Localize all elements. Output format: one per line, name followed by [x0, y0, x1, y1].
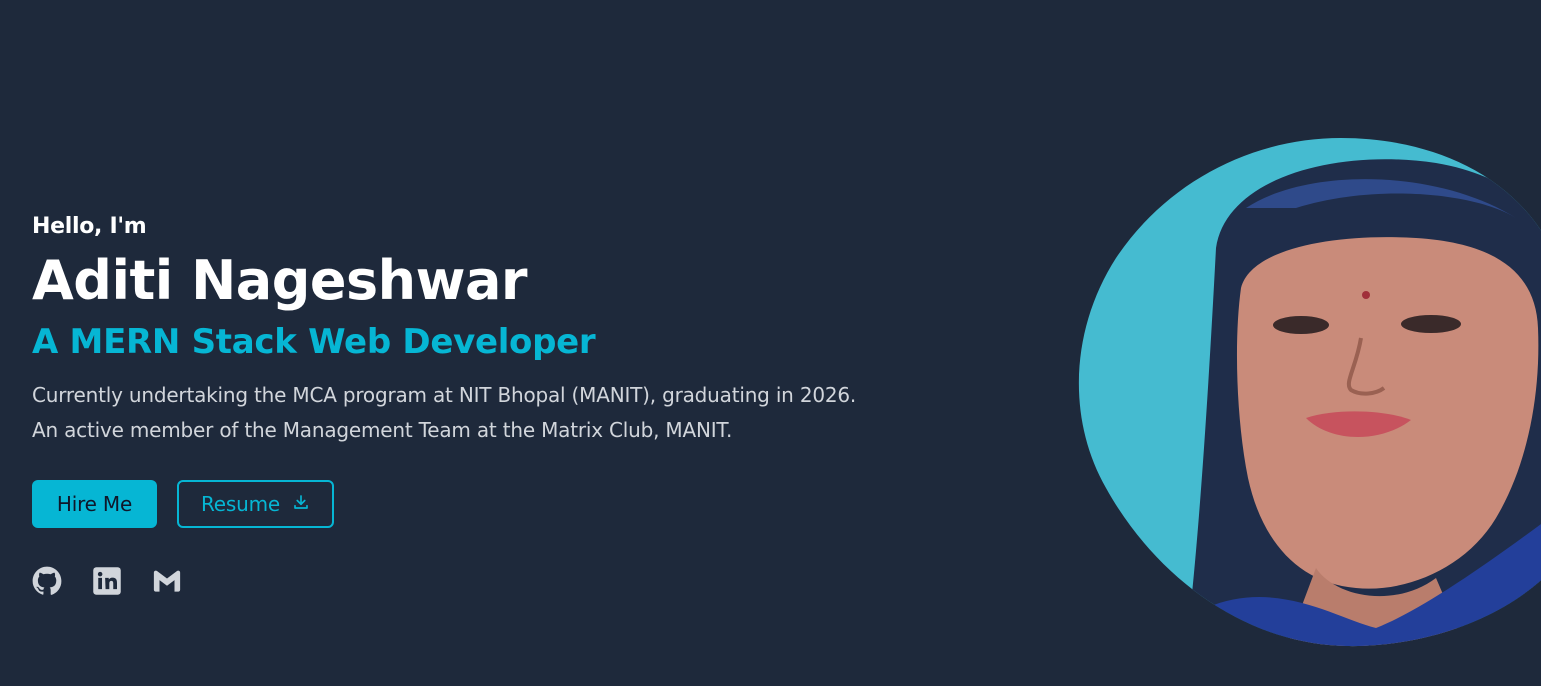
github-icon [32, 566, 62, 596]
resume-button-label: Resume [201, 492, 280, 516]
developer-name: Aditi Nageshwar [32, 249, 528, 312]
bio-line-2: An active member of the Management Team … [32, 418, 733, 442]
hero-text: Hello, I'm Aditi Nageshwar A MERN Stack … [32, 210, 932, 596]
gmail-link[interactable] [152, 566, 182, 596]
download-icon [292, 492, 310, 516]
profile-portrait [1076, 138, 1541, 648]
developer-role: A MERN Stack Web Developer [32, 322, 596, 362]
linkedin-link[interactable] [92, 566, 122, 596]
hire-me-button[interactable]: Hire Me [32, 480, 157, 528]
gmail-icon [152, 566, 182, 596]
social-links [32, 566, 932, 596]
linkedin-icon [92, 566, 122, 596]
github-link[interactable] [32, 566, 62, 596]
resume-button[interactable]: Resume [177, 480, 334, 528]
greeting-text: Hello, I'm [32, 214, 147, 239]
bio-text: Currently undertaking the MCA program at… [32, 378, 932, 448]
bio-line-1: Currently undertaking the MCA program at… [32, 383, 857, 407]
cta-buttons: Hire Me Resume [32, 480, 932, 528]
profile-photo [1078, 138, 1541, 647]
